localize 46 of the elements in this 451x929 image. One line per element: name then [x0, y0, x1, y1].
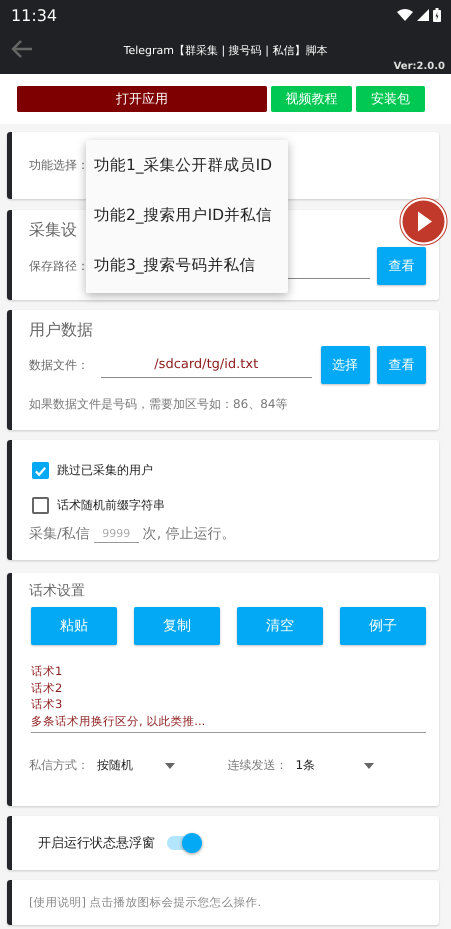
caret-icon	[364, 762, 374, 768]
path-label: 保存路径：	[29, 258, 89, 274]
script-button[interactable]: 粘贴	[31, 607, 117, 645]
section-title: 话术设置	[29, 582, 86, 600]
clock: 11:34	[11, 6, 58, 24]
file-label: 数据文件：	[29, 356, 89, 374]
battery-icon	[433, 8, 441, 22]
play-icon[interactable]	[399, 197, 448, 246]
section-title: 用户数据	[29, 320, 94, 341]
checkbox[interactable]	[32, 462, 49, 479]
view-button[interactable]: 查看	[376, 346, 426, 384]
open-app-button[interactable]: 打开应用	[17, 86, 267, 112]
hint-text: 如果数据文件是号码，需要加区号如：86、84等	[29, 396, 289, 413]
script-button[interactable]: 例子	[340, 607, 426, 645]
count-field[interactable]: 9999	[94, 525, 139, 543]
menu-item[interactable]: 功能2_搜索用户ID并私信	[86, 204, 288, 226]
view-button[interactable]: 查看	[376, 247, 426, 285]
checkbox-label: 话术随机前缀字符串	[57, 497, 165, 514]
back-arrow-icon[interactable]	[11, 40, 33, 58]
menu-item[interactable]: 功能1_采集公开群成员ID	[86, 154, 288, 176]
checkbox[interactable]	[32, 497, 49, 514]
script-button[interactable]: 复制	[134, 607, 220, 645]
toggle-switch[interactable]	[167, 836, 201, 850]
limit-label: 采集/私信	[29, 525, 90, 543]
select-label: 连续发送：	[228, 757, 288, 774]
usage-text: [使用说明] 点击播放图标会提示您怎么操作.	[29, 895, 262, 910]
caret-icon	[165, 762, 175, 768]
file-path-field[interactable]: /sdcard/tg/id.txt	[101, 352, 312, 378]
message-field[interactable]: 话术1 话术2 话术3 多条话术用换行区分, 以此类推...	[31, 663, 426, 733]
select-button[interactable]: 选择	[320, 346, 370, 384]
section-title: 采集设	[29, 220, 78, 241]
signal-icon	[417, 9, 429, 21]
script-button[interactable]: 清空	[237, 607, 323, 645]
function-label: 功能选择：	[29, 157, 89, 174]
dropdown[interactable]: 按随机	[97, 757, 175, 774]
limit-suffix: 次, 停止运行。	[142, 525, 236, 543]
window-title: Telegram【群采集 | 搜号码 | 私信】脚本	[124, 42, 328, 58]
select-label: 私信方式：	[29, 757, 89, 774]
checkbox-label: 跳过已采集的用户	[57, 462, 153, 479]
top-button[interactable]: 安装包	[356, 86, 425, 112]
menu-item[interactable]: 功能3_搜索号码并私信	[86, 255, 288, 276]
top-button[interactable]: 视频教程	[271, 86, 352, 112]
dropdown[interactable]: 1条	[296, 757, 374, 774]
wifi-icon	[397, 9, 413, 21]
toggle-label: 开启运行状态悬浮窗	[38, 835, 155, 852]
version-label: Ver:2.0.0	[394, 61, 445, 72]
